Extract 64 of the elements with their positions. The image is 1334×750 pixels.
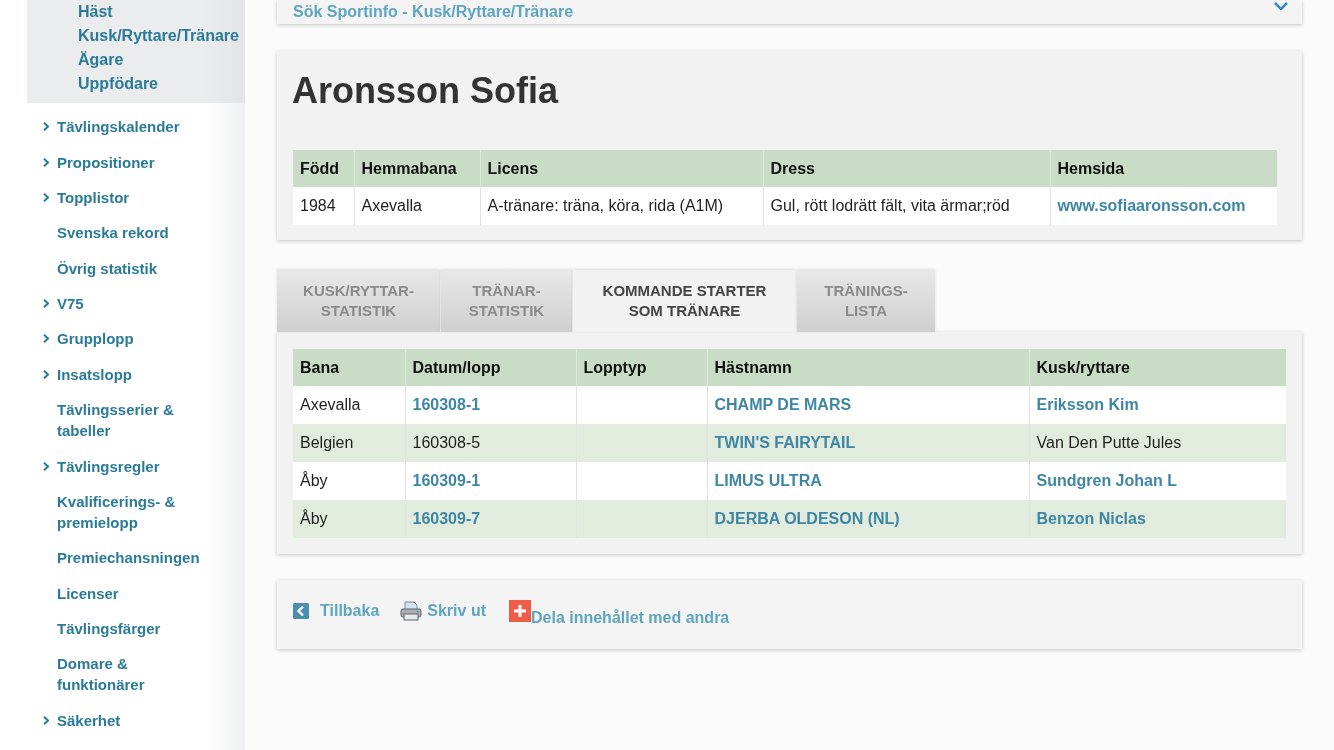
chevron-down-icon — [1274, 2, 1288, 10]
share-link[interactable]: Dela innehållet med andra — [509, 600, 730, 628]
tab[interactable]: KOMMANDE STARTER SOM TRÄNARE — [573, 270, 796, 332]
column-header: Hästnamn — [707, 349, 1029, 386]
table-link[interactable]: TWIN'S FAIRYTAIL — [714, 434, 856, 451]
column-header: Kusk/ryttare — [1029, 349, 1286, 386]
table-link[interactable]: 160308-1 — [412, 396, 481, 413]
sidebar-link[interactable]: Topplistor — [27, 179, 130, 216]
tab[interactable]: KUSK/RYTTAR-STATISTIK — [277, 270, 440, 332]
sidebar-link[interactable]: Tävlingsregler — [27, 448, 160, 484]
column-header: Lopptyp — [576, 349, 707, 386]
sidebar-link[interactable]: Tävlingskalender — [27, 109, 180, 145]
table-link[interactable]: 160309-1 — [412, 472, 481, 489]
sidebar-link[interactable]: Övrig statistik — [27, 250, 158, 286]
submenu-link[interactable]: Häst — [78, 0, 245, 24]
table-link[interactable]: www.sofiaaronsson.com — [1057, 197, 1246, 214]
profile-name: Aronsson Sofia — [292, 69, 560, 113]
sidebar-link[interactable]: Licenser — [27, 575, 119, 611]
table-link[interactable]: 160309-7 — [412, 510, 481, 527]
sidebar-link[interactable]: V75 — [27, 285, 84, 322]
back-link[interactable]: Tillbaka — [293, 600, 380, 622]
table-cell: Gul, rött lodrätt fält, vita ärmar;röd — [763, 187, 1050, 225]
table-cell: Axevalla — [354, 187, 480, 225]
plus-icon — [509, 600, 531, 622]
sidebar-link[interactable]: Tävlingsfärger — [27, 610, 161, 647]
table-link[interactable]: Eriksson Kim — [1036, 396, 1139, 413]
table-link[interactable]: CHAMP DE MARS — [714, 396, 852, 413]
sidebar-link[interactable]: Kvalificerings- & premielopp — [27, 483, 214, 541]
table-cell: Axevalla — [293, 386, 405, 424]
sidebar-link[interactable]: Grupplopp — [27, 321, 134, 357]
sidebar-link[interactable]: Svenska rekord — [27, 215, 169, 251]
table-cell: A-tränare: träna, köra, rida (A1M) — [480, 187, 763, 225]
table-link[interactable]: Benzon Niclas — [1036, 510, 1146, 527]
table-link[interactable]: Sundgren Johan L — [1036, 472, 1177, 489]
table-link[interactable]: DJERBA OLDESON (NL) — [714, 510, 900, 527]
table-cell: Van Den Putte Jules — [1029, 424, 1286, 462]
submenu-link[interactable]: Kusk/Ryttare/Tränare — [78, 24, 245, 48]
sidebar-link[interactable]: Säkerhet — [27, 702, 121, 738]
table-cell: Åby — [293, 500, 405, 538]
table-cell: Belgien — [293, 424, 405, 462]
column-header: Datum/lopp — [405, 349, 576, 386]
column-header: Bana — [293, 349, 405, 386]
table-link[interactable]: LIMUS ULTRA — [714, 472, 822, 489]
table-cell: Åby — [293, 462, 405, 500]
column-header: Dress — [763, 150, 1050, 187]
print-link[interactable]: Skriv ut — [400, 600, 486, 622]
sidebar-link[interactable]: Insatslopp — [27, 356, 132, 392]
table-cell: 1984 — [293, 187, 354, 225]
sidebar-link[interactable]: Propositioner — [27, 144, 155, 180]
search-panel-link[interactable]: Sök Sportinfo - Kusk/Ryttare/Tränare — [293, 2, 574, 22]
submenu-link[interactable]: Uppfödare — [78, 72, 245, 96]
column-header: Född — [293, 150, 354, 187]
tab[interactable]: TRÄNINGS-LISTA — [797, 270, 935, 332]
chevron-left-icon — [293, 603, 309, 619]
column-header: Hemsida — [1050, 150, 1277, 187]
sidebar-link[interactable]: Domare & funktionärer — [27, 646, 214, 703]
table-cell: 160308-5 — [405, 424, 576, 462]
tab[interactable]: TRÄNAR-STATISTIK — [441, 270, 572, 332]
column-header: Hemmabana — [354, 150, 480, 187]
column-header: Licens — [480, 150, 763, 187]
submenu-link[interactable]: Ägare — [78, 48, 245, 72]
printer-icon — [400, 601, 423, 621]
sidebar-link[interactable]: Premiechansningen — [27, 540, 200, 576]
sidebar-link[interactable]: Tävlingsserier & tabeller — [27, 392, 214, 449]
